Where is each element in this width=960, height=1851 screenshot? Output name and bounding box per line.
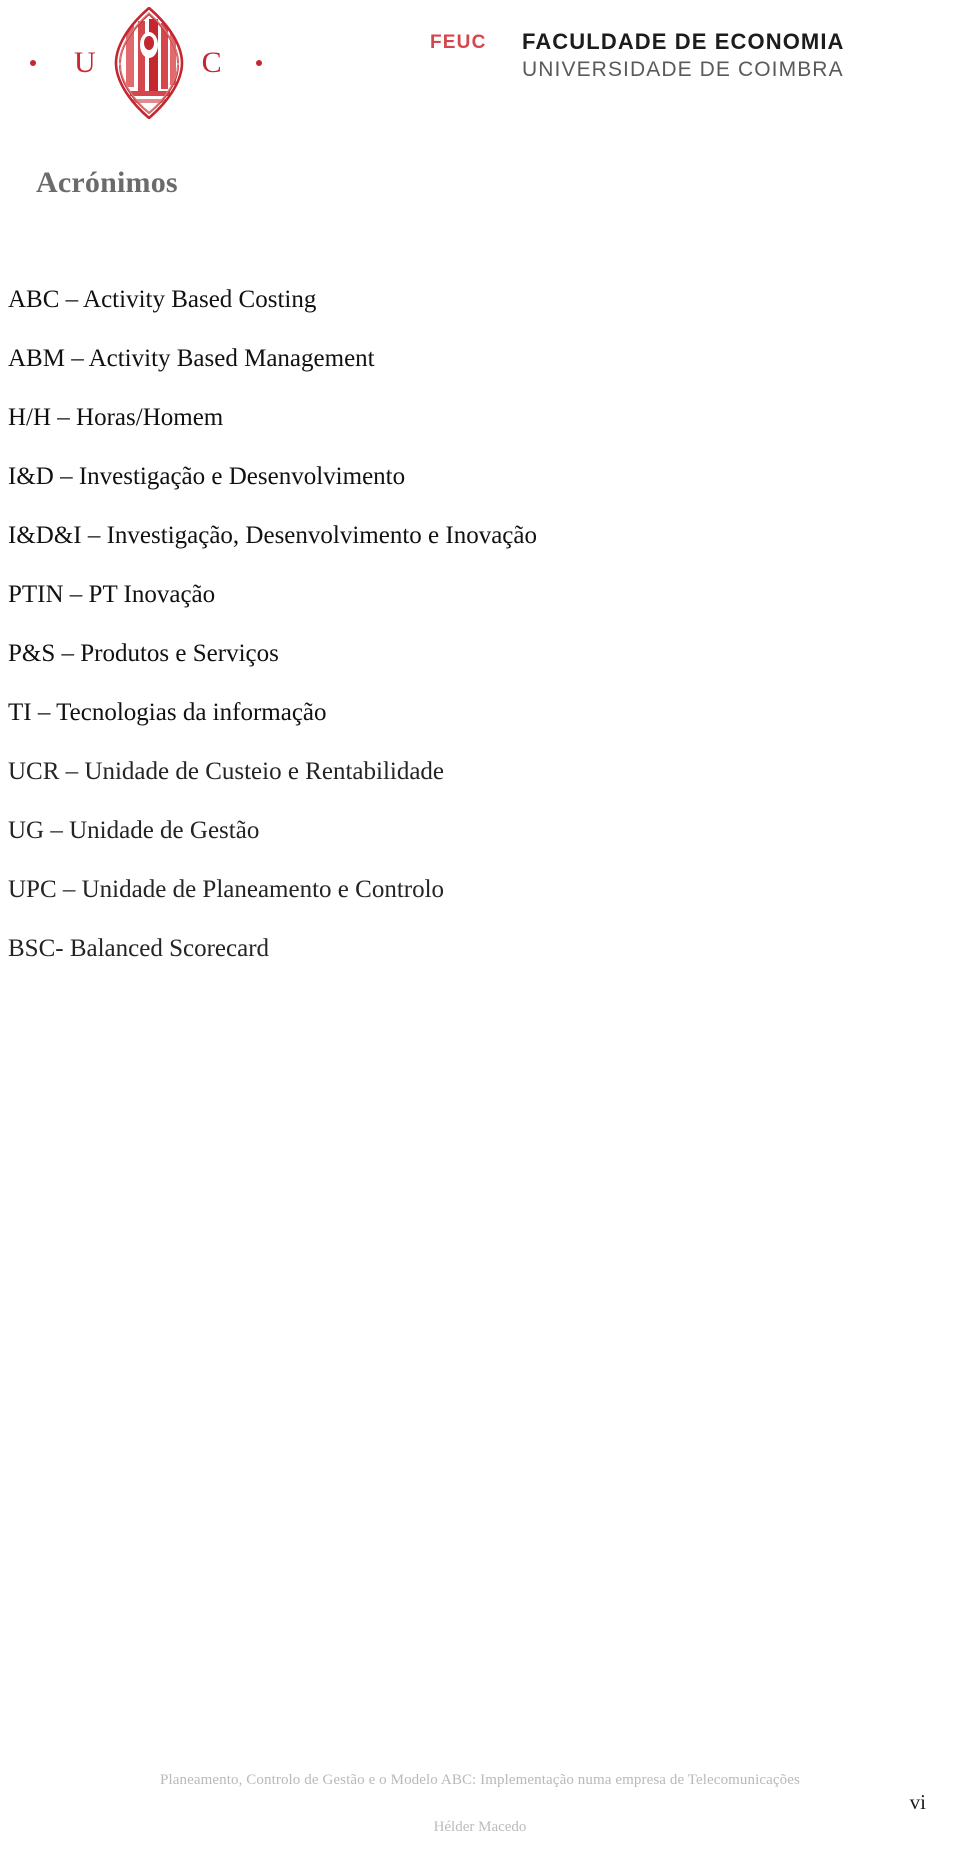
faculty-name: FACULDADE DE ECONOMIA [522,29,845,54]
uc-letter-c: C [201,46,222,79]
page-header: U C FEUC FACULDADE DE ECONOMIA UNIVERSID… [0,0,960,125]
acronym-item: H/H – Horas/Homem [8,404,224,431]
acronym-item: I&D&I – Investigação, Desenvolvimento e … [8,522,537,549]
acronym-item: TI – Tecnologias da informação [8,699,327,726]
acronym-list: ABC – Activity Based Costing ABM – Activ… [8,287,908,995]
acronym-item: UPC – Unidade de Planeamento e Controlo [8,876,445,903]
acronym-item: UCR – Unidade de Custeio e Rentabilidade [8,758,445,785]
university-name: UNIVERSIDADE DE COIMBRA [522,58,844,82]
document-page: U C FEUC FACULDADE DE ECONOMIA UNIVERSID… [0,0,960,1851]
acronym-item: PTIN – PT Inovação [8,581,216,608]
footer-author: Hélder Macedo [433,1819,527,1835]
footer-thesis-title: Planeamento, Controlo de Gestão e o Mode… [160,1772,800,1788]
feuc-wordmark: FEUC FACULDADE DE ECONOMIA UNIVERSIDADE … [430,29,900,83]
bullet-dot-left-icon [30,60,36,66]
acronym-item: P&S – Produtos e Serviços [8,640,279,667]
feuc-mark: FEUC [430,32,487,53]
page-footer: Planeamento, Controlo de Gestão e o Mode… [0,1772,960,1836]
acronym-item: BSC- Balanced Scorecard [8,935,270,962]
acronym-item: I&D – Investigação e Desenvolvimento [8,463,406,490]
acronym-item: ABM – Activity Based Management [8,345,375,372]
acronym-item: UG – Unidade de Gestão [8,817,260,844]
page-number: vi [909,1790,926,1814]
acronym-item: ABC – Activity Based Costing [8,286,317,313]
uc-logo: U C [30,4,320,122]
uc-letter-u: U [74,46,96,79]
bullet-dot-right-icon [255,60,262,66]
page-title: Acrónimos [36,166,178,199]
uc-seal-icon [108,6,190,120]
